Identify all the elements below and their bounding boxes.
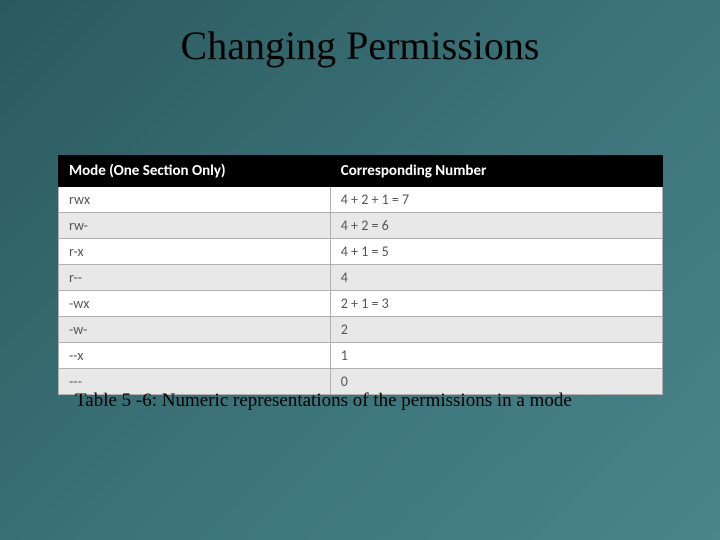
slide: Changing Permissions Mode (One Section O…	[0, 0, 720, 540]
cell-mode: -w-	[59, 317, 331, 343]
cell-number: 1	[330, 343, 662, 369]
cell-mode: -wx	[59, 291, 331, 317]
cell-mode: --x	[59, 343, 331, 369]
cell-number: 4 + 2 + 1 = 7	[330, 187, 662, 213]
table-header-row: Mode (One Section Only) Corresponding Nu…	[59, 156, 663, 187]
permissions-table-wrap: Mode (One Section Only) Corresponding Nu…	[58, 155, 663, 395]
cell-mode: rwx	[59, 187, 331, 213]
table-row: rwx 4 + 2 + 1 = 7	[59, 187, 663, 213]
table-row: r-- 4	[59, 265, 663, 291]
table-row: --x 1	[59, 343, 663, 369]
table-row: rw- 4 + 2 = 6	[59, 213, 663, 239]
cell-number: 4 + 1 = 5	[330, 239, 662, 265]
table-row: r-x 4 + 1 = 5	[59, 239, 663, 265]
header-number: Corresponding Number	[330, 156, 662, 187]
table-caption: Table 5 -6: Numeric representations of t…	[75, 390, 572, 412]
permissions-table: Mode (One Section Only) Corresponding Nu…	[58, 155, 663, 395]
cell-number: 4 + 2 = 6	[330, 213, 662, 239]
cell-number: 4	[330, 265, 662, 291]
table-row: -w- 2	[59, 317, 663, 343]
header-mode: Mode (One Section Only)	[59, 156, 331, 187]
cell-mode: r--	[59, 265, 331, 291]
cell-number: 2	[330, 317, 662, 343]
table-row: -wx 2 + 1 = 3	[59, 291, 663, 317]
cell-mode: rw-	[59, 213, 331, 239]
cell-number: 2 + 1 = 3	[330, 291, 662, 317]
cell-mode: r-x	[59, 239, 331, 265]
slide-title: Changing Permissions	[0, 22, 720, 69]
